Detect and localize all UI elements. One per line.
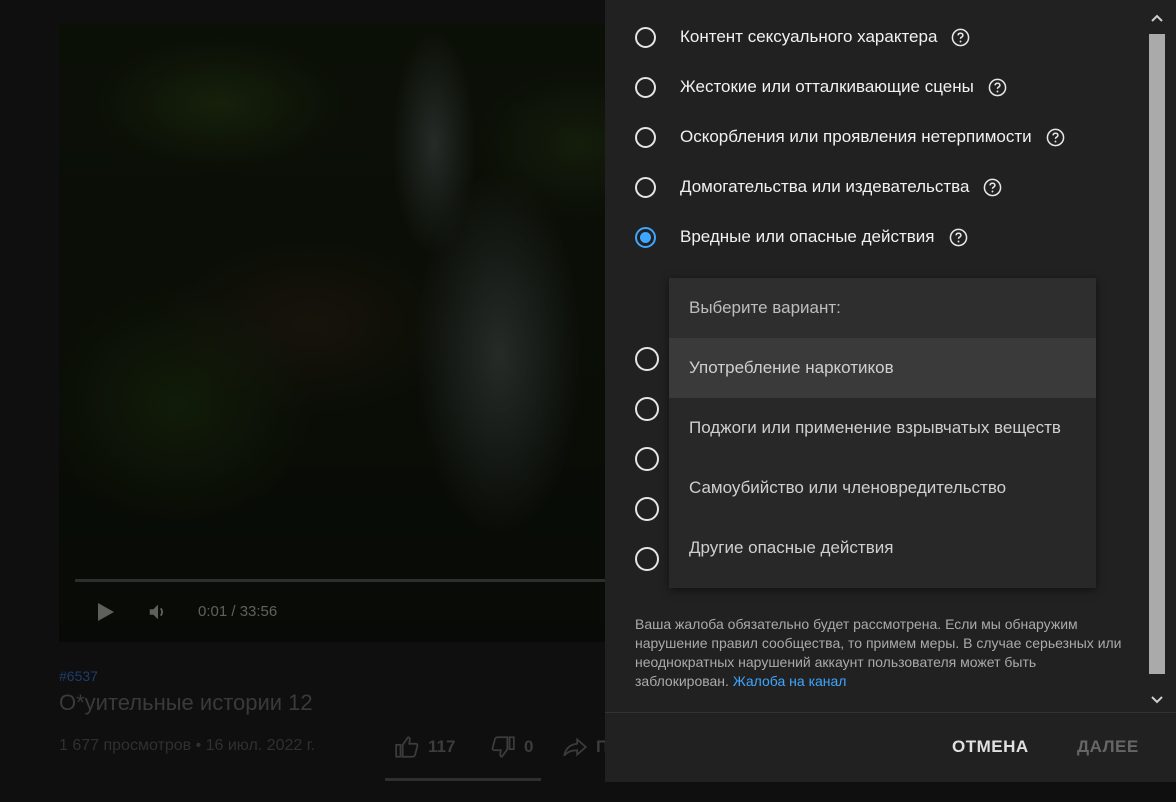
share-button[interactable]: П xyxy=(562,734,608,760)
radio-button[interactable] xyxy=(635,497,659,521)
like-button[interactable]: 117 xyxy=(394,734,455,760)
dislike-count: 0 xyxy=(524,737,534,756)
radio-button[interactable] xyxy=(635,547,659,571)
report-channel-link[interactable]: Жалоба на канал xyxy=(733,673,847,689)
radio-button-selected[interactable] xyxy=(635,226,656,248)
video-player[interactable]: 0:01 / 33:56 xyxy=(59,24,619,642)
help-icon[interactable] xyxy=(949,228,968,247)
radio-button[interactable] xyxy=(635,76,656,98)
cancel-button[interactable]: ОТМЕНА xyxy=(952,737,1029,757)
radio-button[interactable] xyxy=(635,126,656,148)
report-option-sexual[interactable]: Контент сексуального характера xyxy=(635,22,970,52)
progress-bar[interactable] xyxy=(75,579,605,582)
report-option-hateful[interactable]: Оскорбления или проявления нетерпимости xyxy=(635,122,1065,152)
volume-icon[interactable] xyxy=(147,601,169,623)
report-notice: Ваша жалоба обязательно будет рассмотрен… xyxy=(635,615,1125,691)
share-icon xyxy=(563,737,588,757)
help-icon[interactable] xyxy=(951,28,970,47)
views-and-date: 1 677 просмотров • 16 июл. 2022 г. xyxy=(59,737,316,754)
radio-button[interactable] xyxy=(635,176,656,198)
video-title: О*уительные истории 12 xyxy=(59,690,313,715)
dropdown-option-other[interactable]: Другие опасные действия xyxy=(669,518,1096,578)
notice-text: Ваша жалоба обязательно будет рассмотрен… xyxy=(635,616,1122,689)
time-display: 0:01 / 33:56 xyxy=(198,603,278,620)
subcategory-dropdown[interactable]: Выберите вариант: Употребление наркотико… xyxy=(669,278,1096,588)
option-label: Контент сексуального характера xyxy=(680,27,938,46)
report-option-harassment[interactable]: Домогательства или издевательства xyxy=(635,172,1002,202)
video-hashtag[interactable]: #6537 xyxy=(59,668,98,684)
help-icon[interactable] xyxy=(1046,128,1065,147)
option-label: Вредные или опасные действия xyxy=(680,227,935,246)
radio-button[interactable] xyxy=(635,397,659,421)
thumbs-down-icon xyxy=(491,736,515,758)
dropdown-option-drugs[interactable]: Употребление наркотиков xyxy=(669,338,1096,398)
next-button[interactable]: ДАЛЕЕ xyxy=(1077,737,1139,757)
report-option-violent[interactable]: Жестокие или отталкивающие сцены xyxy=(635,72,1007,102)
option-label: Оскорбления или проявления нетерпимости xyxy=(680,127,1032,146)
dislike-button[interactable]: 0 xyxy=(490,734,533,760)
chevron-up-icon[interactable] xyxy=(1150,12,1164,24)
option-label: Домогательства или издевательства xyxy=(680,177,970,196)
like-count: 117 xyxy=(428,737,456,756)
scroll-thumb[interactable] xyxy=(1149,34,1165,674)
report-dialog: Контент сексуального характера Жестокие … xyxy=(605,0,1176,782)
option-label: Жестокие или отталкивающие сцены xyxy=(680,77,974,96)
help-icon[interactable] xyxy=(983,178,1002,197)
play-icon[interactable] xyxy=(93,600,117,624)
dropdown-option-self-harm[interactable]: Самоубийство или членовредительство xyxy=(669,458,1096,518)
chevron-down-icon[interactable] xyxy=(1150,694,1164,706)
video-dim-overlay xyxy=(59,24,619,642)
help-icon[interactable] xyxy=(988,78,1007,97)
action-underline xyxy=(385,778,541,781)
radio-button[interactable] xyxy=(635,26,656,48)
dropdown-option-explosives[interactable]: Поджоги или применение взрывчатых вещест… xyxy=(669,398,1096,458)
dropdown-header: Выберите вариант: xyxy=(669,278,1096,338)
footer-divider xyxy=(605,712,1176,713)
radio-button[interactable] xyxy=(635,347,659,371)
radio-button[interactable] xyxy=(635,447,659,471)
report-option-dangerous[interactable]: Вредные или опасные действия xyxy=(635,222,968,252)
dialog-scrollbar[interactable] xyxy=(1146,0,1168,712)
thumbs-up-icon xyxy=(395,736,419,758)
